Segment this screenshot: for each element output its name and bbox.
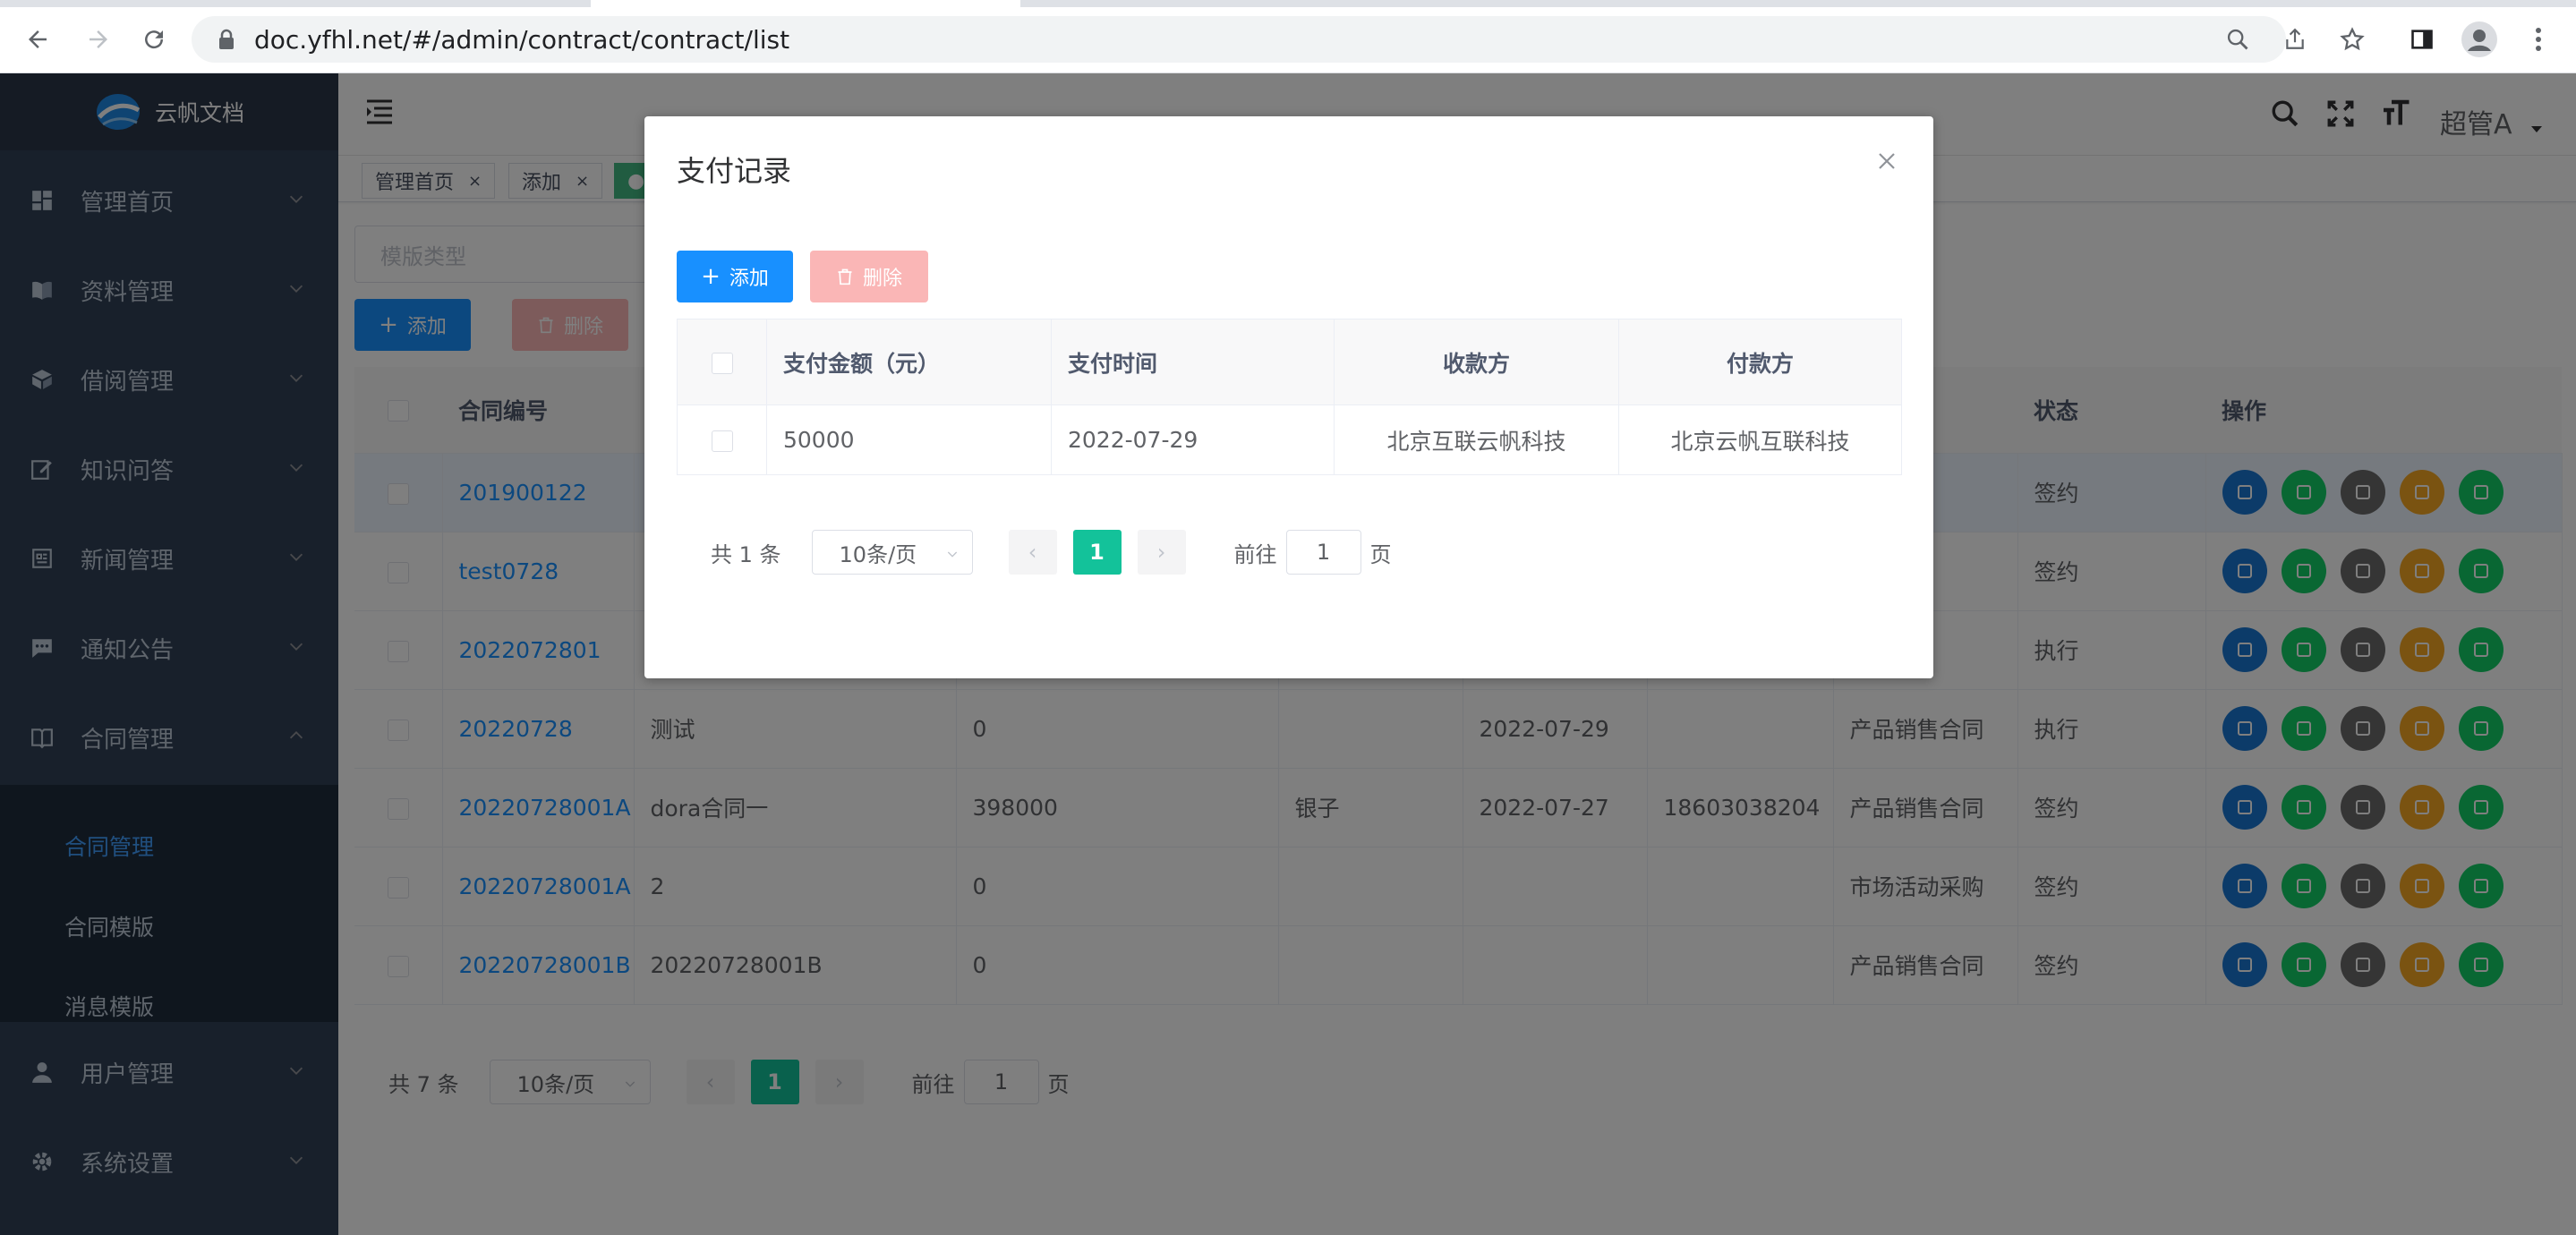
bookmark-star-icon[interactable] [2333,20,2372,59]
share-icon[interactable] [2275,20,2315,59]
cell-time: 2022-07-29 [1051,405,1335,475]
add-payment-button[interactable]: + 添加 [677,251,793,302]
plus-icon: + [701,263,721,290]
more-menu-icon[interactable] [2519,20,2558,59]
address-bar[interactable]: doc.yfhl.net/#/admin/contract/contract/l… [192,16,2286,63]
cell-amount: 50000 [766,405,1052,475]
chevron-down-icon [947,551,957,558]
close-icon[interactable] [1876,150,1898,172]
checkbox[interactable] [711,430,733,452]
delete-label: 删除 [862,268,902,290]
profile-avatar-icon[interactable] [2460,20,2499,59]
header-amount: 支付金额（元） [766,319,1052,405]
reload-icon[interactable] [136,21,172,57]
table-row[interactable]: 50000 2022-07-29 北京互联云帆科技 北京云帆互联科技 [677,405,1902,475]
dialog-title: 支付记录 [677,154,792,188]
delete-payment-button[interactable]: 删除 [810,251,928,302]
payment-records-dialog: 支付记录 + 添加 删除 支付金额（元） 支付时间 收款方 付款方 50000 … [644,116,1933,678]
header-payer: 付款方 [1618,319,1902,405]
goto-suffix: 页 [1369,541,1392,567]
side-panel-icon[interactable] [2402,20,2442,59]
dialog-pagination: 共 1 条 10条/页 ‹ 1 › 前往 1 页 [711,530,1392,575]
page-number-current[interactable]: 1 [1072,530,1122,575]
page-size-select[interactable]: 10条/页 [811,530,973,575]
active-tab[interactable] [591,0,1020,7]
header-time: 支付时间 [1051,319,1335,405]
payment-table: 支付金额（元） 支付时间 收款方 付款方 50000 2022-07-29 北京… [677,319,1902,475]
checkbox[interactable] [711,353,733,374]
header-select-all[interactable] [677,319,767,405]
browser-toolbar: doc.yfhl.net/#/admin/contract/contract/l… [0,0,2576,73]
pagination-total: 共 1 条 [711,541,781,567]
cell-payer: 北京云帆互联科技 [1618,405,1902,475]
zoom-icon[interactable] [2218,20,2257,59]
trash-icon [838,268,852,285]
url-text[interactable]: doc.yfhl.net/#/admin/contract/contract/l… [254,25,789,55]
forward-icon[interactable] [81,21,116,57]
back-icon[interactable] [20,21,55,57]
add-label: 添加 [729,268,769,290]
lock-icon[interactable] [217,29,236,54]
prev-page-button[interactable]: ‹ [1008,530,1057,575]
tab-strip [0,0,2576,7]
next-page-button[interactable]: › [1137,530,1186,575]
goto-prefix: 前往 [1233,541,1277,567]
header-payee: 收款方 [1334,319,1619,405]
page-size-value: 10条/页 [839,541,917,567]
cell-payee: 北京互联云帆科技 [1334,405,1619,475]
row-select[interactable] [677,405,767,475]
goto-page-input[interactable]: 1 [1285,530,1361,575]
table-header-row: 支付金额（元） 支付时间 收款方 付款方 [677,319,1902,405]
